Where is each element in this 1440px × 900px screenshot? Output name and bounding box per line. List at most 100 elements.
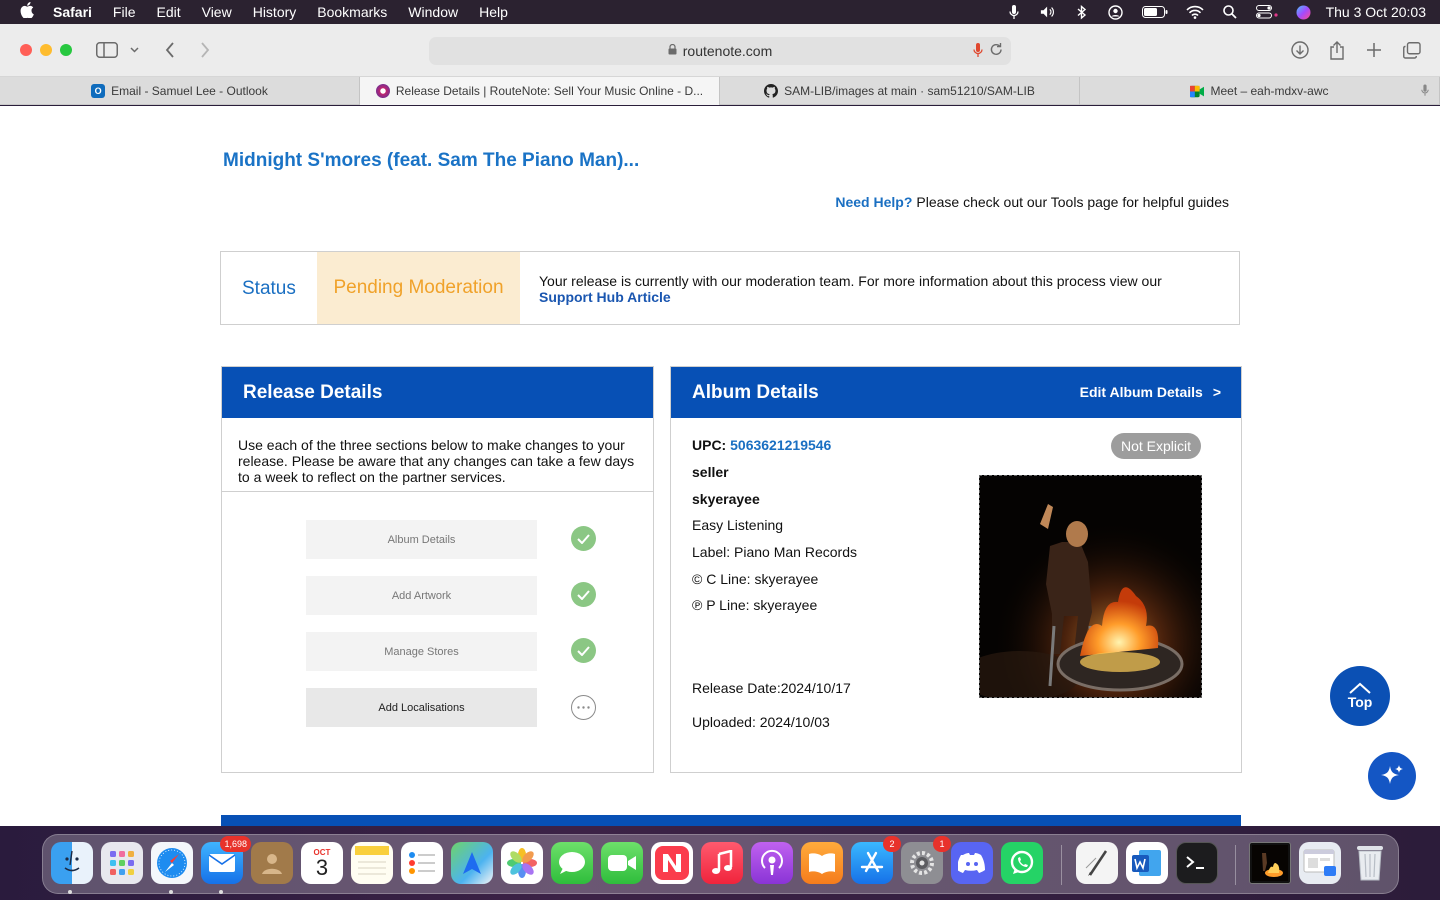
tab-outlook[interactable]: O Email - Samuel Lee - Outlook: [0, 77, 360, 105]
genre-text: Easy Listening: [692, 517, 784, 533]
trash-icon[interactable]: [1349, 842, 1391, 884]
back-icon[interactable]: [159, 40, 181, 60]
back-to-top-button[interactable]: Top: [1330, 666, 1390, 726]
system-settings-icon[interactable]: 1: [901, 836, 951, 884]
label-text: Label: Piano Man Records: [692, 544, 857, 560]
messages-icon[interactable]: [551, 842, 593, 884]
calendar-day: 3: [315, 854, 329, 880]
album-details-heading-bar: Album Details Edit Album Details >: [671, 367, 1241, 418]
dictation-microphone-icon[interactable]: [973, 43, 983, 58]
explicit-badge: Not Explicit: [1111, 433, 1202, 459]
menu-clock[interactable]: Thu 3 Oct 20:03: [1326, 4, 1426, 20]
menu-history[interactable]: History: [253, 4, 297, 20]
step-manage-stores[interactable]: Manage Stores: [306, 632, 537, 671]
reminders-icon[interactable]: [401, 842, 443, 884]
help-line: Need Help? Please check out our Tools pag…: [835, 194, 1229, 210]
minimize-window-button[interactable]: [40, 44, 52, 56]
tab-meet[interactable]: Meet – eah-mdxv-awc: [1080, 77, 1440, 105]
step-add-artwork[interactable]: Add Artwork: [306, 576, 537, 615]
app-store-icon[interactable]: 2: [851, 836, 901, 884]
control-center-icon[interactable]: [1255, 5, 1278, 19]
status-message: Your release is currently with our moder…: [539, 273, 1199, 305]
script-editor-icon[interactable]: [1076, 842, 1118, 884]
sidebar-toggle-icon[interactable]: [96, 40, 118, 60]
apple-menu-icon[interactable]: [17, 2, 37, 22]
contacts-icon[interactable]: [251, 842, 293, 884]
safari-icon[interactable]: [151, 842, 193, 884]
siri-icon[interactable]: [1296, 5, 1312, 19]
address-bar[interactable]: routenote.com: [429, 37, 1011, 65]
artist-name: skyerayee: [692, 491, 760, 507]
news-icon[interactable]: [651, 842, 693, 884]
url-text[interactable]: routenote.com: [683, 43, 773, 59]
assistant-sparkle-button[interactable]: [1368, 752, 1416, 800]
artwork-preview-thumbnail[interactable]: [1249, 842, 1291, 884]
tab-overview-icon[interactable]: [1401, 40, 1423, 60]
terminal-icon[interactable]: [1176, 842, 1218, 884]
browser-toolbar: routenote.com: [0, 24, 1440, 77]
check-icon: [571, 582, 596, 607]
word-icon[interactable]: [1126, 842, 1168, 884]
more-icon: [571, 695, 596, 720]
step-add-localisations[interactable]: Add Localisations: [306, 688, 537, 727]
wifi-icon[interactable]: [1186, 5, 1204, 19]
downloads-stack-icon[interactable]: [1299, 842, 1341, 884]
menu-bookmarks[interactable]: Bookmarks: [317, 4, 387, 20]
books-icon[interactable]: [801, 842, 843, 884]
launchpad-icon[interactable]: [101, 842, 143, 884]
release-details-intro: Use each of the three sections below to …: [222, 418, 653, 492]
menu-file[interactable]: File: [113, 4, 136, 20]
microphone-icon[interactable]: [1006, 4, 1022, 19]
spotlight-icon[interactable]: [1222, 5, 1238, 19]
chevron-right-icon: >: [1212, 384, 1221, 400]
menu-view[interactable]: View: [202, 4, 232, 20]
reload-icon[interactable]: [990, 42, 1003, 59]
discord-icon[interactable]: [951, 842, 993, 884]
calendar-icon[interactable]: OCT 3: [301, 842, 343, 884]
chevron-up-icon: [1349, 682, 1371, 694]
support-hub-link[interactable]: Support Hub Article: [539, 289, 671, 305]
zoom-window-button[interactable]: [60, 44, 72, 56]
dock: 1,698 OCT 3 2 1: [42, 834, 1399, 894]
running-indicator: [68, 890, 72, 894]
share-icon[interactable]: [1326, 40, 1348, 60]
release-details-heading: Release Details: [222, 367, 653, 418]
new-tab-icon[interactable]: [1363, 40, 1385, 60]
edit-album-details-link[interactable]: Edit Album Details >: [1080, 384, 1221, 400]
photos-icon[interactable]: [501, 842, 543, 884]
notes-icon[interactable]: [351, 842, 393, 884]
running-indicator: [169, 890, 173, 894]
bluetooth-icon[interactable]: [1074, 4, 1090, 20]
p-line-text: ℗ P Line: skyerayee: [692, 597, 818, 613]
tab-bar: O Email - Samuel Lee - Outlook Release D…: [0, 77, 1440, 105]
upc-value[interactable]: 5063621219546: [730, 437, 831, 453]
mail-icon[interactable]: 1,698: [201, 836, 251, 884]
top-button-label: Top: [1347, 694, 1373, 710]
step-album-details[interactable]: Album Details: [306, 520, 537, 559]
tab-routenote[interactable]: Release Details | RouteNote: Sell Your M…: [360, 77, 720, 105]
check-icon: [571, 526, 596, 551]
tab-microphone-icon: [1421, 84, 1429, 100]
need-help-link[interactable]: Need Help?: [835, 194, 912, 210]
menu-window[interactable]: Window: [408, 4, 458, 20]
chevron-down-icon[interactable]: [127, 40, 141, 60]
facetime-icon[interactable]: [601, 842, 643, 884]
menu-edit[interactable]: Edit: [156, 4, 180, 20]
menu-help[interactable]: Help: [479, 4, 508, 20]
whatsapp-icon[interactable]: [1001, 842, 1043, 884]
finder-icon[interactable]: [51, 842, 93, 884]
maps-icon[interactable]: [451, 842, 493, 884]
app-store-badge: 2: [883, 836, 901, 852]
dock-separator: [1061, 845, 1062, 885]
music-icon[interactable]: [701, 842, 743, 884]
volume-icon[interactable]: [1040, 5, 1056, 19]
podcasts-icon[interactable]: [751, 842, 793, 884]
battery-icon[interactable]: [1141, 5, 1168, 19]
uploaded-date-text: Uploaded: 2024/10/03: [692, 714, 830, 730]
downloads-icon[interactable]: [1289, 40, 1311, 60]
menu-app-name[interactable]: Safari: [53, 4, 92, 20]
forward-icon[interactable]: [194, 40, 216, 60]
tab-github[interactable]: SAM-LIB/images at main · sam51210/SAM-LI…: [720, 77, 1080, 105]
close-window-button[interactable]: [20, 44, 32, 56]
user-icon[interactable]: [1108, 4, 1124, 20]
